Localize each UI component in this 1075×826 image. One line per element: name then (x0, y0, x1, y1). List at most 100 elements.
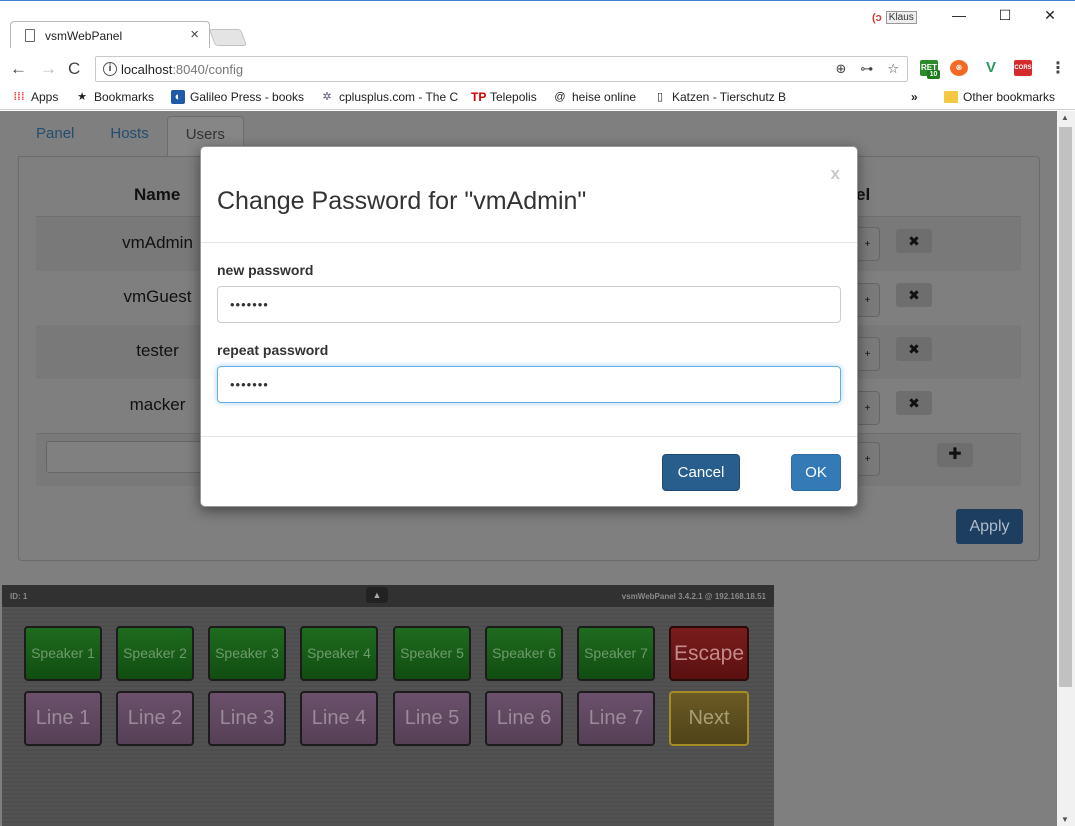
panel-version: vsmWebPanel 3.4.2.1 @ 192.168.18.51 (621, 592, 766, 601)
star-icon: ★ (77, 91, 87, 103)
line-button[interactable]: Line 3 (208, 691, 286, 746)
reload-icon[interactable]: C (68, 59, 80, 79)
bookmark-telepolis[interactable]: TP Telepolis (471, 90, 537, 104)
speaker-button[interactable]: Speaker 6 (485, 626, 563, 681)
page-scrollbar[interactable]: ▲ ▼ (1057, 111, 1075, 826)
line-button[interactable]: Line 7 (577, 691, 655, 746)
bookmark-galileo[interactable]: ◐ Galileo Press - books (171, 90, 304, 104)
add-user-button[interactable]: ✚ (937, 443, 973, 467)
panel-id: ID: 1 (10, 592, 28, 601)
line-button[interactable]: Line 2 (116, 691, 194, 746)
bookmark-apps[interactable]: ⁞⁞⁞ Apps (12, 90, 59, 104)
bookmark-bookmarks[interactable]: ★ Bookmarks (75, 90, 154, 104)
speaker-button[interactable]: Speaker 2 (116, 626, 194, 681)
minimize-button[interactable]: — (949, 7, 969, 23)
new-user-input[interactable] (46, 441, 208, 473)
scroll-down-icon[interactable]: ▼ (1061, 815, 1069, 824)
extension-badge: 10 (927, 70, 940, 79)
vsm-panel-header: ID: 1 ▲ vsmWebPanel 3.4.2.1 @ 192.168.18… (2, 585, 774, 607)
apps-grid-icon: ⁞⁞⁞ (13, 91, 25, 103)
close-icon[interactable]: x (831, 164, 840, 184)
maximize-button[interactable]: ☐ (995, 7, 1015, 24)
galileo-icon: ◐ (171, 90, 185, 104)
bookmark-cplusplus[interactable]: ✲ cplusplus.com - The C (320, 90, 458, 104)
page-icon: ▯ (656, 91, 664, 103)
tab-panel[interactable]: Panel (18, 116, 92, 156)
bookmark-label: Katzen - Tierschutz B (672, 90, 787, 104)
repeat-password-label: repeat password (217, 342, 329, 358)
bookmark-heise[interactable]: @ heise online (553, 90, 636, 104)
omnibox-actions: ⊕ ⊶ ☆ (835, 61, 899, 77)
speaker-button[interactable]: Speaker 4 (300, 626, 378, 681)
column-header-name: Name (134, 185, 181, 204)
next-button[interactable]: Next (669, 691, 749, 746)
escape-button[interactable]: Escape (669, 626, 749, 681)
other-bookmarks[interactable]: Other bookmarks (944, 90, 1055, 104)
tab-hosts[interactable]: Hosts (92, 116, 166, 156)
bookmark-label: Other bookmarks (963, 90, 1056, 104)
zoom-icon[interactable]: ⊕ (835, 61, 846, 77)
site-info-icon[interactable]: i (103, 62, 117, 76)
repeat-password-field[interactable] (217, 366, 841, 403)
speaker-button[interactable]: Speaker 1 (24, 626, 102, 681)
speaker-button[interactable]: Speaker 7 (577, 626, 655, 681)
dialog-header-divider (201, 242, 857, 243)
bookmark-katzen[interactable]: ▯ Katzen - Tierschutz B (653, 90, 786, 104)
line-button[interactable]: Line 1 (24, 691, 102, 746)
browser-tab[interactable]: vsmWebPanel × (10, 21, 210, 48)
ok-button[interactable]: OK (791, 454, 841, 491)
apply-button[interactable]: Apply (956, 509, 1023, 544)
cancel-button[interactable]: Cancel (662, 454, 740, 491)
level-button[interactable]: + (856, 442, 880, 476)
bookmark-label: Telepolis (490, 90, 537, 104)
line-button[interactable]: Line 5 (393, 691, 471, 746)
browser-menu-icon[interactable]: ⋮ (1050, 58, 1066, 78)
dialog-title: Change Password for "vmAdmin" (217, 187, 587, 215)
address-bar-row: ← → C i localhost:8040/config ⊕ ⊶ ☆ RET … (0, 52, 1075, 86)
browser-titlebar: vsmWebPanel × (ↄ Klaus — ☐ ✕ (0, 1, 1075, 48)
key-icon[interactable]: ⊶ (860, 61, 873, 77)
speaker-button[interactable]: Speaker 3 (208, 626, 286, 681)
delete-user-button[interactable]: ✖ (896, 283, 932, 307)
level-button[interactable]: + (856, 337, 880, 371)
profile-name: Klaus (885, 11, 917, 24)
delete-user-button[interactable]: ✖ (896, 337, 932, 361)
extension-orange-icon[interactable]: ⊗ (950, 60, 968, 76)
folder-icon (944, 91, 958, 103)
new-tab-button[interactable] (208, 29, 248, 46)
level-button[interactable]: + (856, 391, 880, 425)
scroll-up-icon[interactable]: ▲ (1061, 113, 1069, 122)
new-password-field[interactable] (217, 286, 841, 323)
level-button[interactable]: + (856, 283, 880, 317)
tab-close-icon[interactable]: × (190, 26, 199, 43)
collapse-toggle-icon[interactable]: ▲ (366, 587, 388, 603)
line-button[interactable]: Line 6 (485, 691, 563, 746)
forward-icon[interactable]: → (40, 59, 57, 79)
back-icon[interactable]: ← (10, 59, 27, 79)
bookmark-label: Galileo Press - books (190, 90, 305, 104)
extension-cors-icon[interactable]: CORS (1014, 60, 1032, 76)
vsm-panel-buttons: Speaker 1 Speaker 2 Speaker 3 Speaker 4 … (2, 607, 774, 826)
page-icon (25, 29, 35, 42)
delete-user-button[interactable]: ✖ (896, 229, 932, 253)
new-password-label: new password (217, 262, 314, 278)
bookmarks-overflow-button[interactable]: » (911, 90, 918, 104)
omnibox[interactable]: i localhost:8040/config ⊕ ⊶ ☆ (95, 56, 908, 82)
telepolis-icon: TP (471, 90, 487, 104)
url-text[interactable]: localhost:8040/config (121, 62, 243, 77)
extension-vue-icon[interactable]: V (982, 60, 1000, 76)
bookmarks-bar: ⁞⁞⁞ Apps ★ Bookmarks ◐ Galileo Press - b… (0, 86, 1075, 110)
profile-button[interactable]: (ↄ Klaus (872, 11, 917, 24)
bookmark-label: heise online (572, 90, 637, 104)
close-window-button[interactable]: ✕ (1040, 7, 1060, 24)
change-password-dialog: x Change Password for "vmAdmin" new pass… (200, 146, 858, 507)
line-button[interactable]: Line 4 (300, 691, 378, 746)
bookmark-label: cplusplus.com - The C (339, 90, 459, 104)
vsm-panel-preview: ID: 1 ▲ vsmWebPanel 3.4.2.1 @ 192.168.18… (2, 585, 774, 826)
level-button[interactable]: + (856, 227, 880, 261)
speaker-button[interactable]: Speaker 5 (393, 626, 471, 681)
delete-user-button[interactable]: ✖ (896, 391, 932, 415)
scrollbar-thumb[interactable] (1059, 127, 1072, 687)
heise-icon: @ (554, 91, 566, 103)
bookmark-star-icon[interactable]: ☆ (887, 61, 899, 77)
